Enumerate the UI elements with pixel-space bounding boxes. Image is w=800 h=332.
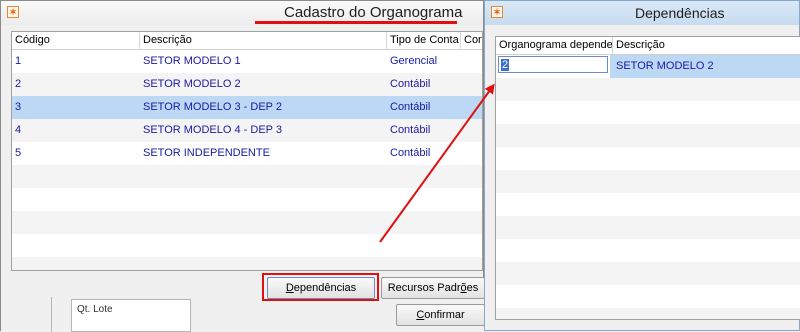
table-row[interactable] [496,124,800,147]
cell-descricao: SETOR INDEPENDENTE [143,147,270,159]
cell-codigo: 3 [15,101,22,113]
app-icon: ✶ [491,6,503,18]
table-row[interactable] [496,308,800,319]
table-row[interactable] [496,193,800,216]
dep-grid-header: Organograma dependente Descrição [496,37,800,55]
table-row[interactable] [496,147,800,170]
confirmar-button[interactable]: Confirmar [396,304,485,326]
cell-codigo: 5 [15,147,22,159]
cell-tipo-conta: Contábil [390,101,431,113]
table-row[interactable] [496,239,800,262]
cell-codigo: 4 [15,124,22,136]
cell-codigo: 1 [15,55,22,67]
table-row[interactable]: 3 SETOR MODELO 3 - DEP 2 Contábil [12,96,482,119]
table-row[interactable]: 5 SETOR INDEPENDENTE Contábil [12,142,482,165]
cell-tipo-conta: Contábil [390,124,431,136]
dependencias-grid[interactable]: Organograma dependente Descrição 2 SETOR … [495,36,800,320]
organograma-title: Cadastro do Organograma [284,4,463,21]
dependencias-title: Dependências [635,5,725,21]
title-red-underline [255,21,457,24]
table-row[interactable] [12,257,482,270]
table-row[interactable] [496,285,800,308]
organograma-window: ✶ Cadastro do Organograma Código Descriç… [0,0,485,332]
cell-descricao: SETOR MODELO 2 [143,78,241,90]
confirmar-label: onfirmar [424,309,465,321]
cell-tipo-conta: Contábil [390,78,431,90]
cell-dependente: 2 [501,59,510,71]
dependencias-button[interactable]: Dependências [267,277,375,299]
column-tipo-conta[interactable]: Tipo de Conta [387,32,461,49]
table-row[interactable] [496,170,800,193]
column-dep-descricao[interactable]: Descrição [613,37,800,54]
organograma-titlebar: ✶ Cadastro do Organograma [1,1,483,25]
table-row[interactable] [496,101,800,124]
dependencias-window: ✶ Dependências Organograma dependente De… [484,0,800,331]
table-row[interactable] [12,188,482,211]
column-descricao[interactable]: Descrição [140,32,387,49]
table-row[interactable]: 2 SETOR MODELO 2 Contábil [12,73,482,96]
column-organograma-dependente[interactable]: Organograma dependente [496,37,613,54]
table-row[interactable] [12,234,482,257]
table-row[interactable] [12,165,482,188]
dependencias-titlebar: ✶ Dependências [485,1,799,25]
cell-tipo-conta: Gerencial [390,55,438,67]
dependencias-accel: D [285,282,294,294]
table-row[interactable] [496,216,800,239]
table-row[interactable] [496,262,800,285]
table-row[interactable]: 2 SETOR MODELO 2 [496,55,800,78]
grid-header: Código Descrição Tipo de Conta Cont [12,32,482,50]
column-codigo[interactable]: Código [12,32,140,49]
table-row[interactable] [496,78,800,101]
dependencias-label: ependências [293,282,357,294]
recursos-label-a: Recursos Padr [387,282,461,294]
dependente-edit-input[interactable]: 2 [498,56,608,73]
recursos-padroes-button[interactable]: Recursos Padrões [381,277,485,299]
recursos-label-b: es [466,282,479,294]
table-row[interactable]: 4 SETOR MODELO 4 - DEP 3 Contábil [12,119,482,142]
cell-descricao: SETOR MODELO 4 - DEP 3 [143,124,282,136]
cell-tipo-conta: Contábil [390,147,431,159]
column-cont[interactable]: Cont [461,32,482,49]
table-row[interactable] [12,211,482,234]
table-row[interactable]: 1 SETOR MODELO 1 Gerencial [12,50,482,73]
cell-dep-descricao: SETOR MODELO 2 [616,60,714,72]
cell-descricao: SETOR MODELO 1 [143,55,241,67]
cell-codigo: 2 [15,78,22,90]
background-divider [51,297,52,332]
organograma-grid[interactable]: Código Descrição Tipo de Conta Cont 1 SET… [11,31,483,271]
cell-descricao: SETOR MODELO 3 - DEP 2 [143,101,282,113]
qt-lote-label: Qt. Lote [77,304,113,315]
app-icon: ✶ [7,6,19,18]
